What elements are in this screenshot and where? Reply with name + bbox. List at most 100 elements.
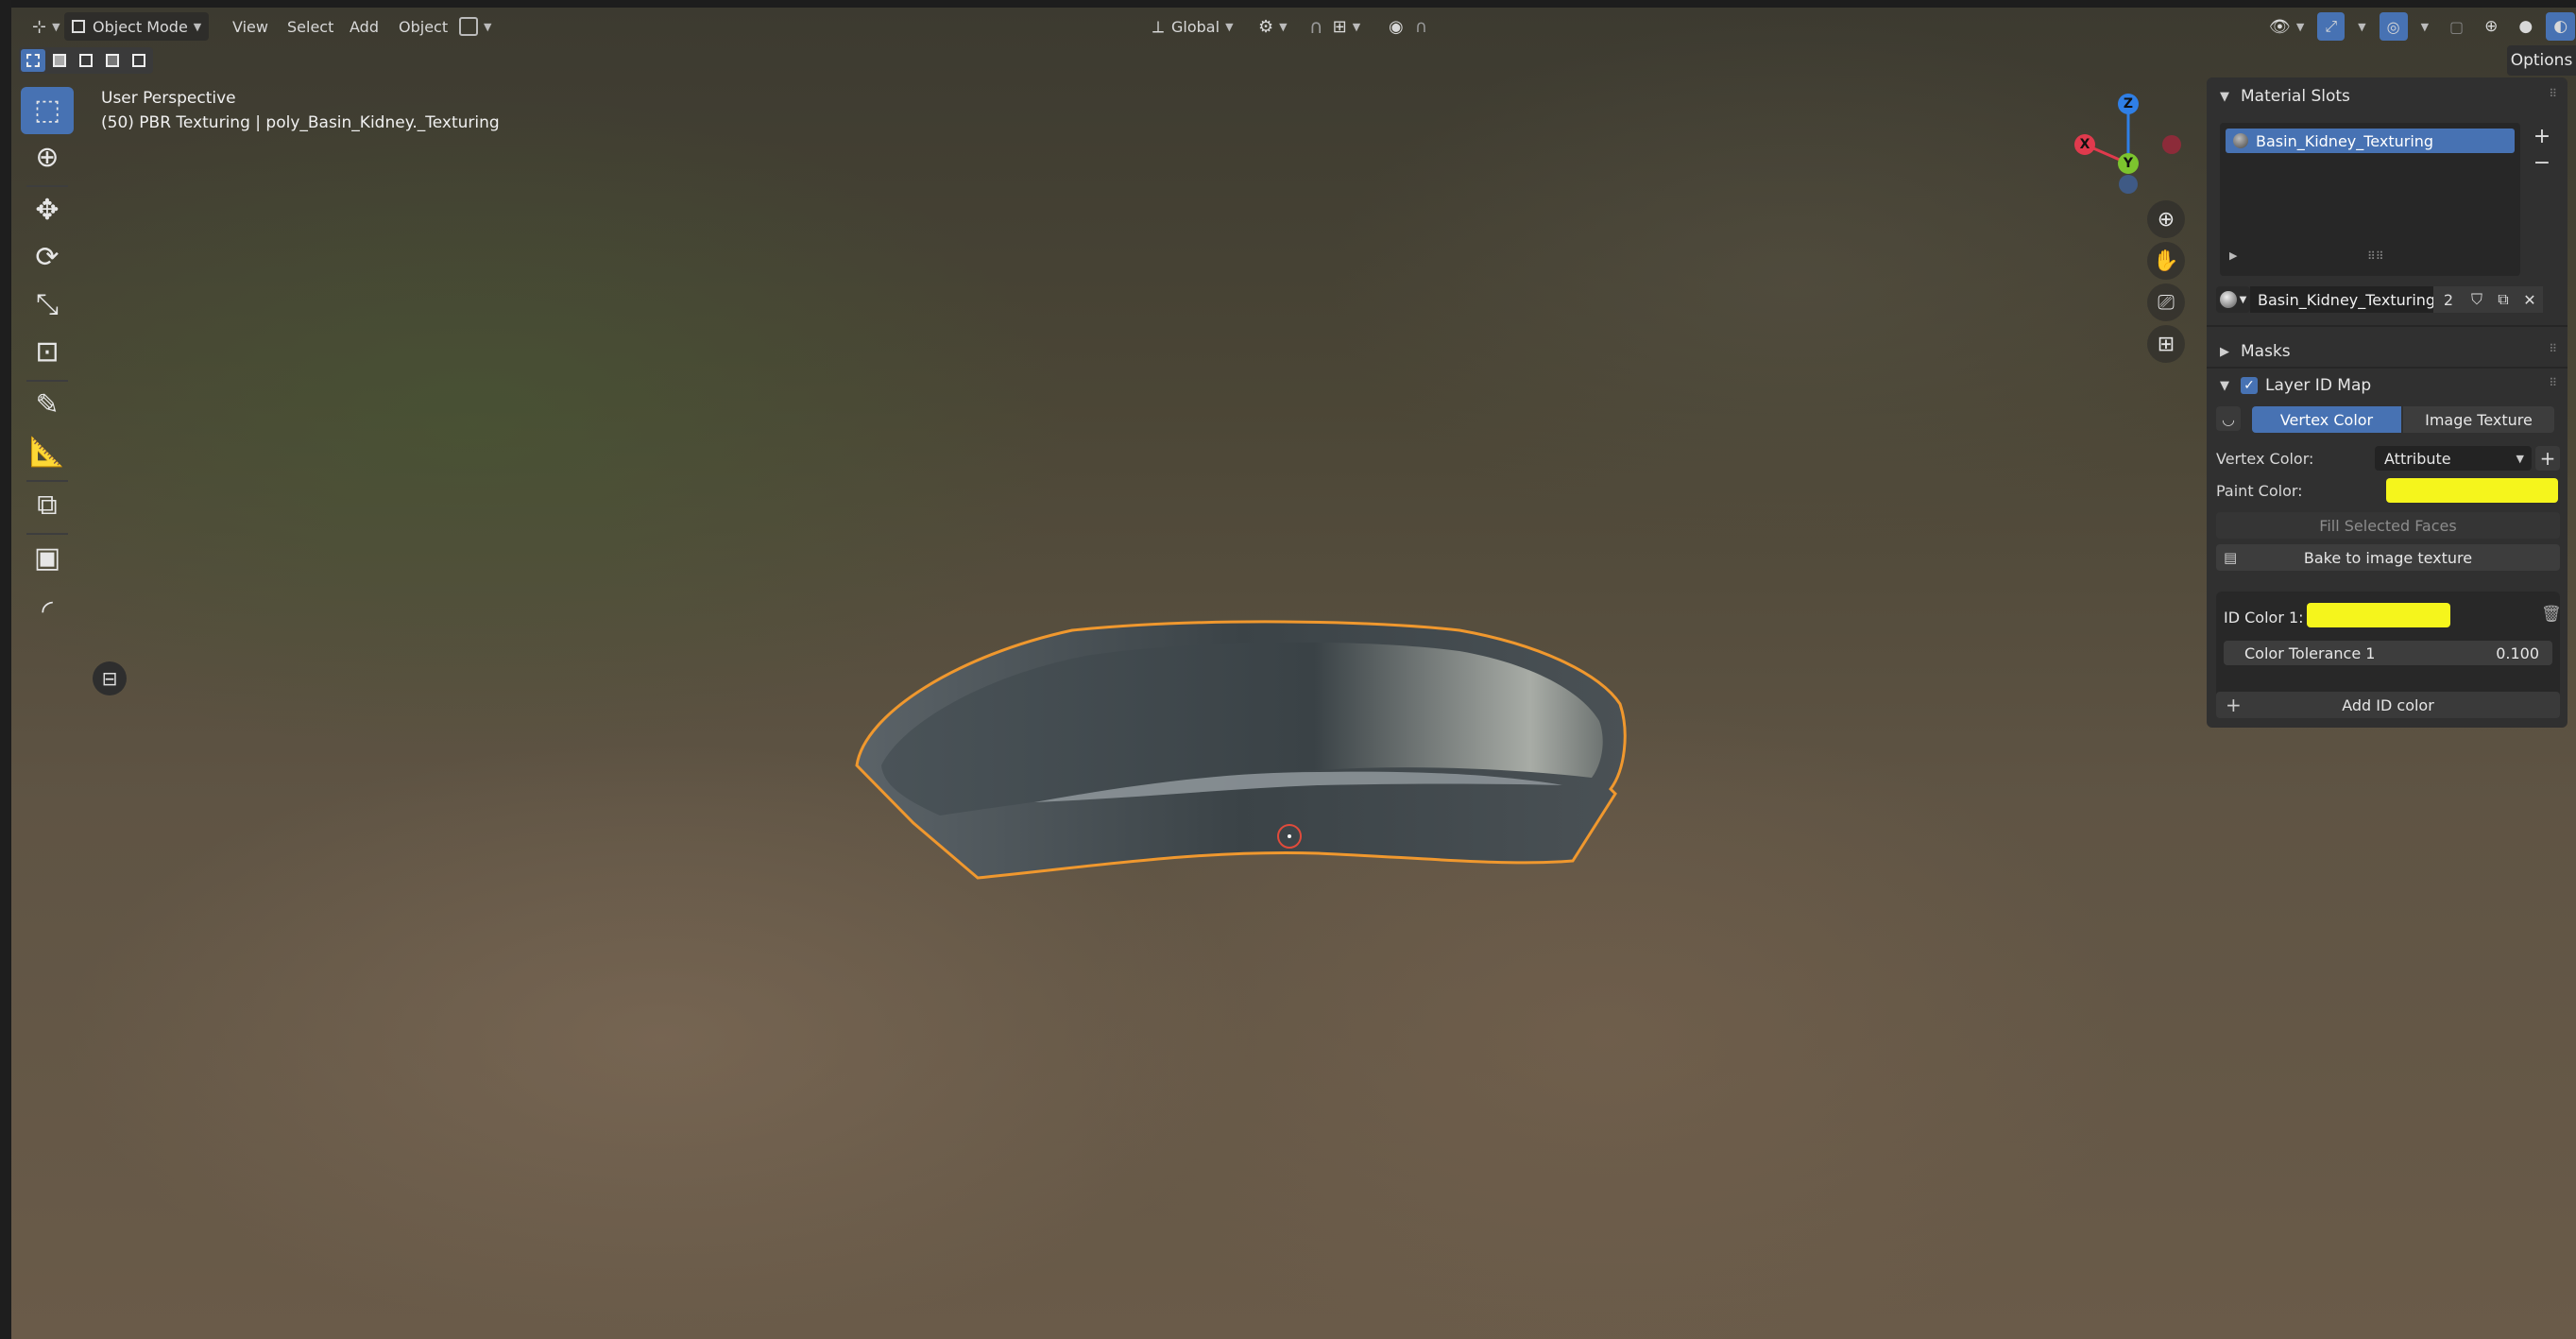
material-slots-title: Material Slots <box>2241 87 2350 106</box>
tool-select-box[interactable]: ⬚ <box>21 87 74 134</box>
shading-wireframe[interactable]: ⊕ <box>2477 12 2505 41</box>
ortho-toggle-button[interactable]: ⊞ <box>2147 325 2185 363</box>
menu-view[interactable]: View <box>225 12 276 41</box>
selection-mode-group <box>19 47 153 74</box>
material-slots-header[interactable]: ▼ Material Slots <box>2220 87 2350 106</box>
unlink-material-button[interactable]: ✕ <box>2516 286 2543 313</box>
transform-affect-dropdown[interactable]: ▼ <box>452 12 499 41</box>
object-info-label: (50) PBR Texturing | poly_Basin_Kidney._… <box>101 113 500 132</box>
chevron-down-icon: ▼ <box>1225 20 1234 33</box>
layer-id-map-checkbox[interactable]: ✓ <box>2241 377 2258 394</box>
id-color-label: ID Color 1: <box>2224 609 2304 627</box>
curve-icon: ◡ <box>2222 409 2235 428</box>
chevron-down-icon: ▼ <box>2295 20 2305 33</box>
material-sphere-icon: ◐ <box>2553 17 2568 36</box>
tool-move[interactable]: ✥ <box>21 187 74 234</box>
fill-selected-faces-button[interactable]: Fill Selected Faces <box>2216 512 2560 539</box>
shading-solid[interactable]: ● <box>2511 12 2540 41</box>
gizmo-y-axis[interactable]: Y <box>2118 153 2139 174</box>
navigation-gizmo[interactable]: Z X Y <box>2064 90 2196 213</box>
tab-image-texture[interactable]: Image Texture <box>2403 406 2554 433</box>
vertex-color-dropdown[interactable]: Attribute ▼ <box>2375 446 2532 471</box>
select-mode-invert[interactable] <box>100 49 125 72</box>
add-vertex-color-button[interactable]: + <box>2535 446 2560 471</box>
resize-grip-icon[interactable]: ⠿⠿ <box>2367 249 2384 263</box>
zoom-button[interactable]: ⊕ <box>2147 200 2185 238</box>
select-mode-subtract[interactable] <box>74 49 98 72</box>
camera-view-button[interactable]: ⎚ <box>2147 283 2185 321</box>
duplicate-material-button[interactable]: ⧉ <box>2490 286 2516 313</box>
tool-add-cube[interactable]: ⧉ <box>21 482 74 529</box>
gizmo-dropdown[interactable]: ▼ <box>2350 12 2373 41</box>
masks-header[interactable]: ▶ Masks <box>2220 342 2291 361</box>
shading-material[interactable]: ◐ <box>2546 12 2576 41</box>
orientation-dropdown[interactable]: ⟂ Global ▼ <box>1145 12 1241 41</box>
gizmo-toggle[interactable]: ⤢ <box>2317 12 2346 41</box>
add-slot-button[interactable]: + <box>2528 123 2556 149</box>
menu-select[interactable]: Select <box>280 12 341 41</box>
list-item[interactable]: Basin_Kidney_Texturing <box>2226 129 2515 153</box>
options-button[interactable]: Options <box>2507 45 2576 76</box>
tool-annotate[interactable]: ✎ <box>21 382 74 429</box>
visibility-dropdown[interactable]: 👁 ▼ <box>2261 12 2312 41</box>
chevron-down-icon: ▼ <box>52 20 60 33</box>
bake-to-image-button[interactable]: ▤ Bake to image texture <box>2216 544 2560 571</box>
material-name-field[interactable]: Basin_Kidney_Texturing <box>2250 286 2435 313</box>
tab-vertex-color[interactable]: Vertex Color <box>2252 406 2401 433</box>
left-edge-strip <box>0 0 11 1339</box>
snap-toggle[interactable]: ∩ ⊞ ▼ <box>1302 12 1368 41</box>
tool-scale[interactable]: ⤡ <box>21 282 74 329</box>
basin-object[interactable] <box>845 609 1733 950</box>
gizmo-x-axis[interactable]: X <box>2074 134 2095 155</box>
drag-grip-icon[interactable]: ⠿ <box>2549 376 2558 389</box>
select-mode-new[interactable] <box>21 49 45 72</box>
mode-toggle-button[interactable]: ◡ <box>2216 406 2241 431</box>
add-id-label: Add ID color <box>2342 695 2434 714</box>
xray-icon: ▢ <box>2449 17 2465 36</box>
editor-type-dropdown[interactable]: ⊹ ▼ <box>25 12 68 41</box>
drag-grip-icon[interactable]: ⠿ <box>2549 342 2558 355</box>
3d-viewport[interactable]: ⊹ ▼ Object Mode ▼ View Select Add Object … <box>0 0 2576 1339</box>
paint-color-swatch[interactable] <box>2386 478 2558 503</box>
select-mode-intersect[interactable] <box>127 49 151 72</box>
material-users-count[interactable]: 2 <box>2433 286 2464 313</box>
viewport-header-right: 👁▼ ⤢ ▼ ◎ ▼ ▢ ⊕ ● ◐ ◑ <box>2261 12 2576 41</box>
add-id-color-button[interactable]: + Add ID color <box>2216 692 2560 718</box>
color-tolerance-field[interactable]: Color Tolerance 1 0.100 <box>2224 641 2552 665</box>
pivot-dropdown[interactable]: ⚙ ▼ <box>1251 12 1295 41</box>
overlay-dropdown[interactable]: ▼ <box>2414 12 2436 41</box>
chevron-down-icon: ▼ <box>2420 20 2430 33</box>
chevron-down-icon: ▼ <box>1352 20 1361 33</box>
tool-settings-button[interactable]: ⊟ <box>93 661 127 695</box>
trash-icon[interactable]: 🗑 <box>2541 605 2562 624</box>
select-mode-extend[interactable] <box>47 49 72 72</box>
tool-curve[interactable]: ◜ <box>21 588 74 635</box>
tool-bake[interactable]: ▣ <box>21 535 74 582</box>
tool-rotate[interactable]: ⟳ <box>21 234 74 282</box>
pan-button[interactable]: ✋ <box>2147 242 2185 280</box>
chevron-down-icon: ▼ <box>2358 20 2366 33</box>
fake-user-button[interactable]: ⛉ <box>2464 286 2490 313</box>
tool-transform[interactable]: ⊡ <box>21 329 74 376</box>
select-intersect-icon <box>132 54 145 67</box>
tool-cursor[interactable]: ⊕ <box>21 134 74 181</box>
eye-icon: 👁 <box>2269 16 2291 37</box>
shield-icon: ⛉ <box>2470 290 2482 308</box>
menu-object[interactable]: Object <box>391 12 455 41</box>
tool-measure[interactable]: 📐 <box>21 429 74 476</box>
bake-label: Bake to image texture <box>2303 548 2473 567</box>
browse-material-button[interactable]: ▼ <box>2216 286 2250 313</box>
material-slot-list[interactable]: Basin_Kidney_Texturing ▶ ⠿⠿ <box>2220 123 2520 276</box>
id-color-swatch[interactable] <box>2307 603 2450 627</box>
gizmo-z-axis[interactable]: Z <box>2118 94 2139 114</box>
proportional-edit-toggle[interactable]: ◉ ∩ <box>1381 12 1435 41</box>
drag-grip-icon[interactable]: ⠿ <box>2549 87 2558 100</box>
xray-toggle[interactable]: ▢ <box>2442 12 2471 41</box>
overlay-toggle[interactable]: ◎ <box>2379 12 2408 41</box>
menu-add[interactable]: Add <box>342 12 386 41</box>
expand-arrow-icon[interactable]: ▶ <box>2229 249 2237 262</box>
mode-dropdown[interactable]: Object Mode ▼ <box>64 12 210 41</box>
add-cube-icon: ⧉ <box>37 489 58 522</box>
remove-slot-button[interactable]: − <box>2528 149 2556 176</box>
layer-id-map-header[interactable]: ▼ ✓ Layer ID Map <box>2220 376 2371 395</box>
